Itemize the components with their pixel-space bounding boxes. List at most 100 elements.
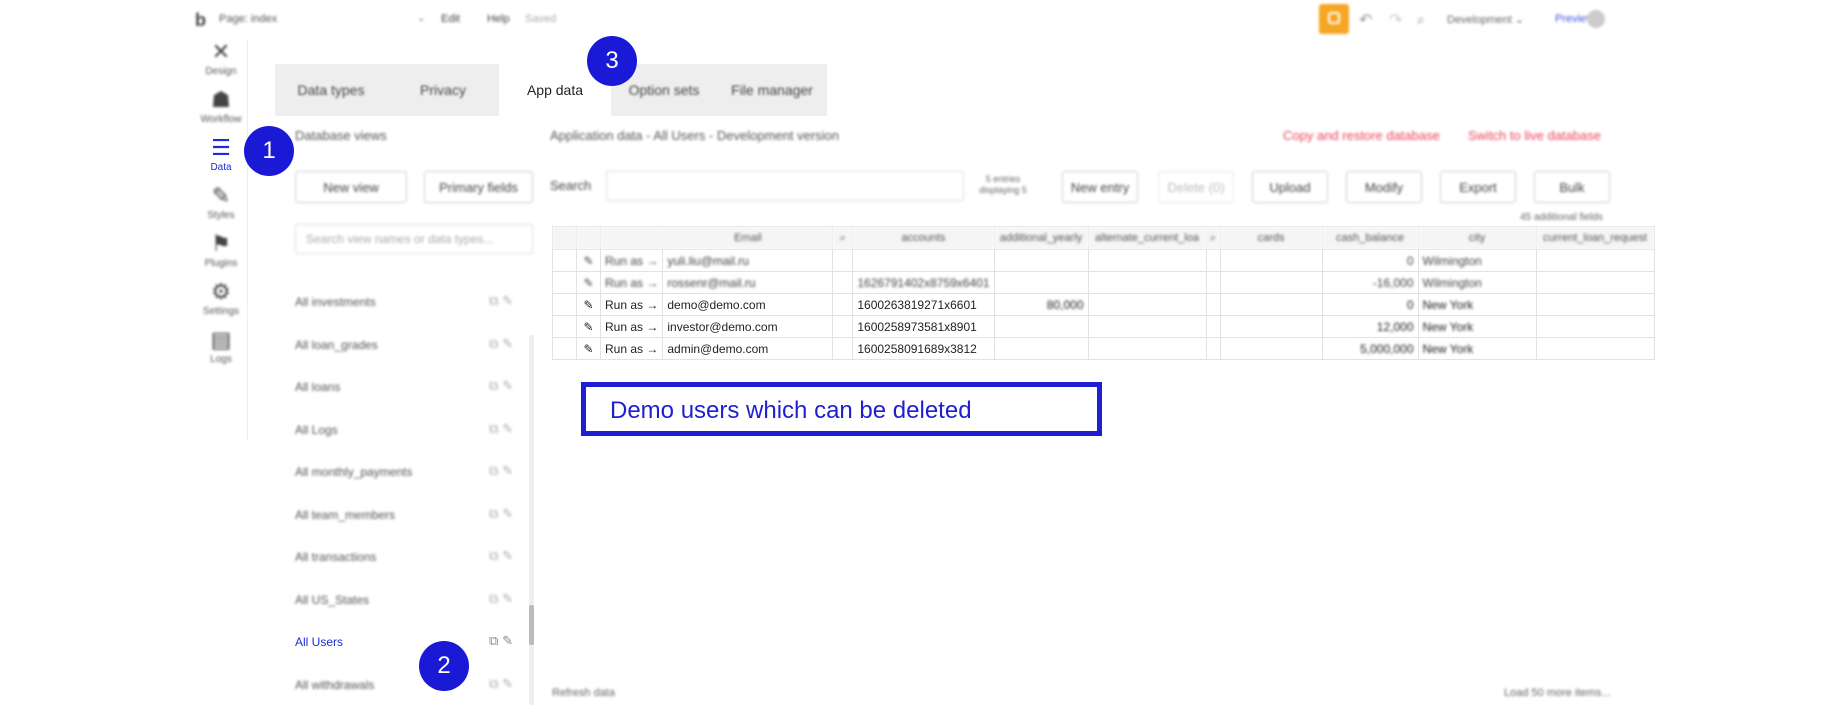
nav-label: Workflow xyxy=(200,114,242,125)
list-item[interactable]: All team_members ⧉✎ xyxy=(275,496,535,539)
table-cell xyxy=(1205,271,1221,294)
run-as-link[interactable]: Run as → xyxy=(599,249,664,272)
row-checkbox[interactable] xyxy=(552,271,577,294)
account-avatar-icon[interactable] xyxy=(1587,10,1605,28)
table-cell xyxy=(1219,315,1323,338)
column-header-email[interactable]: Email xyxy=(662,226,834,250)
nav-settings[interactable]: ⚙ Settings xyxy=(195,280,247,318)
search-icon[interactable]: ⌕ xyxy=(832,226,854,250)
editor-side-nav: ✕ Design ☗ Workflow ☰ Data ✎ Styles ⚑ Pl… xyxy=(195,40,248,440)
search-views-input[interactable]: Search view names or data types... xyxy=(295,224,533,254)
switch-live-link[interactable]: Switch to live database xyxy=(1468,128,1601,143)
table-row-demo[interactable]: ✎ Run as → demo@demo.com 1600263819271x6… xyxy=(552,293,1655,316)
copy-restore-link[interactable]: Copy and restore database xyxy=(1283,128,1440,143)
list-item[interactable]: All US_States ⧉✎ xyxy=(275,581,535,624)
copy-edit-icons[interactable]: ⧉✎ xyxy=(489,463,517,479)
copy-edit-icons[interactable]: ⧉✎ xyxy=(489,548,517,564)
list-item[interactable]: All transactions ⧉✎ xyxy=(275,538,535,581)
table-row[interactable]: ✎ Run as → rossenr@mail.ru 1626791402x87… xyxy=(552,271,1655,294)
new-entry-button[interactable]: New entry xyxy=(1062,171,1138,203)
row-checkbox[interactable] xyxy=(552,315,577,338)
nav-data[interactable]: ☰ Data xyxy=(195,136,247,174)
redo-icon[interactable]: ↷ xyxy=(1389,10,1402,30)
bubble-logo[interactable]: b xyxy=(195,10,206,31)
pencil-icon[interactable]: ✎ xyxy=(576,271,601,294)
row-checkbox[interactable] xyxy=(552,249,577,272)
refresh-data-link[interactable]: Refresh data xyxy=(552,687,615,699)
copy-edit-icons[interactable]: ⧉✎ xyxy=(489,633,517,649)
nav-workflow[interactable]: ☗ Workflow xyxy=(195,88,247,126)
brush-icon: ✎ xyxy=(211,183,231,208)
copy-edit-icons[interactable]: ⧉✎ xyxy=(489,421,517,437)
column-header-additional-yearly[interactable]: additional_yearly xyxy=(993,226,1089,250)
list-item-all-users[interactable]: All Users ⧉✎ xyxy=(275,623,535,666)
cash-balance-cell: 0 xyxy=(1321,293,1419,316)
pencil-icon[interactable]: ✎ xyxy=(576,337,601,360)
edit-menu[interactable]: Edit xyxy=(441,13,460,25)
run-as-link[interactable]: Run as → xyxy=(599,337,664,360)
table-header: Email ⌕ accounts additional_yearly alter… xyxy=(552,226,1655,250)
table-cell xyxy=(1087,249,1207,272)
run-as-link[interactable]: Run as → xyxy=(599,271,664,294)
row-checkbox[interactable] xyxy=(552,337,577,360)
export-button[interactable]: Export xyxy=(1440,171,1516,203)
column-header-accounts[interactable]: accounts xyxy=(852,226,995,250)
copy-edit-icons[interactable]: ⧉✎ xyxy=(489,378,517,394)
view-label: All withdrawals xyxy=(295,677,375,692)
issue-checker-button[interactable] xyxy=(1319,4,1349,34)
upload-button[interactable]: Upload xyxy=(1252,171,1328,203)
load-more-link[interactable]: Load 50 more items... xyxy=(1504,687,1610,699)
table-row[interactable]: ✎ Run as → yuli.liu@mail.ru 0 Wilmington xyxy=(552,249,1655,272)
undo-icon[interactable]: ↶ xyxy=(1359,10,1372,30)
page-selector[interactable]: Page: index xyxy=(219,13,277,25)
copy-edit-icons[interactable]: ⧉✎ xyxy=(489,676,517,692)
list-item[interactable]: All withdrawals ⧉✎ xyxy=(275,666,535,709)
search-input[interactable] xyxy=(606,171,964,201)
view-label: All Logs xyxy=(295,422,338,437)
nav-design[interactable]: ✕ Design xyxy=(195,40,247,78)
copy-edit-icons[interactable]: ⧉✎ xyxy=(489,506,517,522)
tab-file-manager[interactable]: File manager xyxy=(717,64,827,116)
chevron-down-icon[interactable]: ⌄ xyxy=(417,13,425,24)
column-header-cards[interactable]: cards xyxy=(1219,226,1323,250)
copy-edit-icons[interactable]: ⧉✎ xyxy=(489,336,517,352)
additional-fields-link[interactable]: 45 additional fields xyxy=(1520,212,1603,223)
select-all-checkbox[interactable] xyxy=(552,226,577,250)
pencil-icon[interactable]: ✎ xyxy=(576,315,601,338)
row-checkbox[interactable] xyxy=(552,293,577,316)
column-header-alternate-loan[interactable]: alternate_current_loa xyxy=(1087,226,1207,250)
nav-logs[interactable]: ▤ Logs xyxy=(195,328,247,366)
views-scrollbar[interactable] xyxy=(529,335,534,705)
tab-data-types[interactable]: Data types xyxy=(275,64,387,116)
nav-styles[interactable]: ✎ Styles xyxy=(195,183,247,222)
help-menu[interactable]: Help xyxy=(487,13,510,25)
run-as-link[interactable]: Run as → xyxy=(599,315,664,338)
run-as-link[interactable]: Run as → xyxy=(599,293,664,316)
environment-selector[interactable]: Development ⌄ xyxy=(1447,13,1524,26)
bulk-button[interactable]: Bulk xyxy=(1534,171,1610,203)
new-view-button[interactable]: New view xyxy=(295,171,407,203)
table-row-investor[interactable]: ✎ Run as → investor@demo.com 16002589735… xyxy=(552,315,1655,338)
copy-edit-icons[interactable]: ⧉✎ xyxy=(489,293,517,309)
cash-balance-cell: 12,000 xyxy=(1321,315,1419,338)
tab-privacy[interactable]: Privacy xyxy=(387,64,499,116)
pencil-icon[interactable]: ✎ xyxy=(576,293,601,316)
search-icon[interactable]: ⌕ xyxy=(1417,11,1425,28)
column-header-cash-balance[interactable]: cash_balance xyxy=(1321,226,1419,250)
copy-edit-icons[interactable]: ⧉✎ xyxy=(489,591,517,607)
list-item[interactable]: All loans ⧉✎ xyxy=(275,368,535,411)
column-header-city[interactable]: city xyxy=(1417,226,1537,250)
pencil-icon[interactable]: ✎ xyxy=(576,249,601,272)
nav-plugins[interactable]: ⚑ Plugins xyxy=(195,232,247,270)
list-item[interactable]: All monthly_payments ⧉✎ xyxy=(275,453,535,496)
database-view-list: All investments ⧉✎ All loan_grades ⧉✎ Al… xyxy=(275,283,535,708)
modify-button[interactable]: Modify xyxy=(1346,171,1422,203)
list-item[interactable]: All investments ⧉✎ xyxy=(275,283,535,326)
table-row-admin[interactable]: ✎ Run as → admin@demo.com 1600258091689x… xyxy=(552,337,1655,360)
search-icon[interactable]: ⌕ xyxy=(1205,226,1221,250)
primary-fields-button[interactable]: Primary fields xyxy=(424,171,533,203)
list-item[interactable]: All loan_grades ⧉✎ xyxy=(275,326,535,369)
list-item[interactable]: All Logs ⧉✎ xyxy=(275,411,535,454)
delete-button[interactable]: Delete (0) xyxy=(1158,171,1234,203)
column-header-current-loan[interactable]: current_loan_request xyxy=(1535,226,1655,250)
